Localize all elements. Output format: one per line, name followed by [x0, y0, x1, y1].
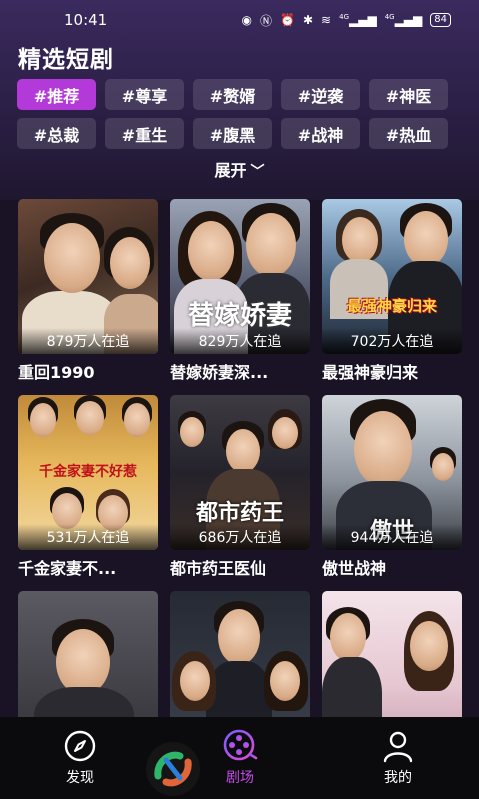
nfc-icon: Ⓝ: [260, 13, 273, 28]
tag-son-in-law[interactable]: #赘婿: [193, 79, 272, 110]
drama-title: 千金家妻不...: [18, 559, 117, 578]
nav-mine[interactable]: 我的: [358, 727, 438, 787]
drama-poster[interactable]: 都市药王 686万人在追: [170, 395, 310, 550]
tag-passion[interactable]: #热血: [369, 118, 448, 149]
status-time: 10:41: [64, 11, 108, 29]
viewer-count: 879万人在追: [18, 328, 158, 354]
page-title: 精选短剧: [18, 47, 114, 73]
drama-card[interactable]: 都市药王 686万人在追 都市药王医仙: [170, 395, 310, 591]
category-tags: #推荐 #尊享 #赘婿 #逆袭 #神医 #总裁 #重生 #腹黑 #战神 #热血: [17, 79, 457, 149]
tag-miracle-doctor[interactable]: #神医: [369, 79, 448, 110]
expand-label: 展开: [214, 161, 247, 180]
nav-discover[interactable]: 发现: [40, 727, 120, 787]
drama-card[interactable]: 千金家妻不好惹 531万人在追 千金家妻不...: [18, 395, 158, 591]
tag-counterattack[interactable]: #逆袭: [281, 79, 360, 110]
viewer-count: 702万人在追: [322, 328, 462, 354]
drama-poster[interactable]: 替嫁娇妻 829万人在追: [170, 199, 310, 354]
battery-icon: 84: [430, 13, 451, 27]
tag-recommend[interactable]: #推荐: [17, 79, 96, 110]
drama-card[interactable]: 替嫁娇妻 829万人在追 替嫁娇妻深...: [170, 199, 310, 395]
drama-card[interactable]: 傲世 944万人在追 傲世战神: [322, 395, 462, 591]
nav-theater-label: 剧场: [226, 770, 254, 786]
drama-title: 傲世战神: [322, 559, 387, 578]
drama-card[interactable]: 879万人在追 重回1990: [18, 199, 158, 395]
poster-title-art: 最强神豪归来: [346, 297, 437, 315]
tag-war-god[interactable]: #战神: [281, 118, 360, 149]
person-icon: [358, 727, 438, 765]
viewer-count: 686万人在追: [170, 524, 310, 550]
drama-title: 重回1990: [18, 363, 95, 382]
drama-poster[interactable]: 千金家妻不好惹 531万人在追: [18, 395, 158, 550]
compass-icon: [40, 727, 120, 765]
alarm-icon: ⏰: [280, 13, 295, 27]
drama-title: 最强神豪归来: [322, 363, 419, 382]
app-logo-icon[interactable]: [146, 742, 200, 796]
status-icons: ◉ Ⓝ ⏰ ✱ ≋ 4G▂▄▆ 4G▂▄▆ 84: [242, 12, 451, 29]
drama-title: 替嫁娇妻深...: [170, 363, 269, 382]
drama-card[interactable]: 最强神豪归来 702万人在追 最强神豪归来: [322, 199, 462, 395]
chevron-down-icon: ﹀: [250, 164, 265, 180]
nav-discover-label: 发现: [66, 770, 94, 786]
bluetooth-icon: ✱: [302, 13, 314, 27]
drama-grid: 879万人在追 重回1990 替嫁娇妻 829万人在追 替嫁娇妻深... 最强神…: [18, 199, 462, 787]
drama-poster[interactable]: 傲世 944万人在追: [322, 395, 462, 550]
eye-icon: ◉: [241, 13, 253, 27]
tag-ceo[interactable]: #总裁: [17, 118, 96, 149]
drama-title: 都市药王医仙: [170, 559, 267, 578]
poster-title-art: 千金家妻不好惹: [39, 464, 137, 480]
nav-mine-label: 我的: [384, 770, 412, 786]
signal-2-icon: 4G▂▄▆: [384, 13, 423, 27]
tag-rebirth[interactable]: #重生: [105, 118, 184, 149]
drama-poster[interactable]: 879万人在追: [18, 199, 158, 354]
expand-button[interactable]: 展开 ﹀: [0, 157, 479, 181]
film-reel-icon: [200, 727, 280, 765]
wifi-icon: ≋: [321, 13, 332, 27]
viewer-count: 944万人在追: [322, 524, 462, 550]
viewer-count: 531万人在追: [18, 524, 158, 550]
tag-scheming[interactable]: #腹黑: [193, 118, 272, 149]
poster-title-art: 替嫁娇妻: [187, 301, 292, 331]
tag-premium[interactable]: #尊享: [105, 79, 184, 110]
signal-1-icon: 4G▂▄▆: [339, 13, 377, 27]
drama-poster[interactable]: 最强神豪归来 702万人在追: [322, 199, 462, 354]
status-bar: 10:41 ◉ Ⓝ ⏰ ✱ ≋ 4G▂▄▆ 4G▂▄▆ 84: [0, 0, 479, 40]
nav-theater[interactable]: 剧场: [200, 727, 280, 787]
viewer-count: 829万人在追: [170, 328, 310, 354]
bottom-nav: 发现 剧场 我的: [0, 717, 479, 799]
poster-title-art: 都市药王: [195, 500, 284, 526]
